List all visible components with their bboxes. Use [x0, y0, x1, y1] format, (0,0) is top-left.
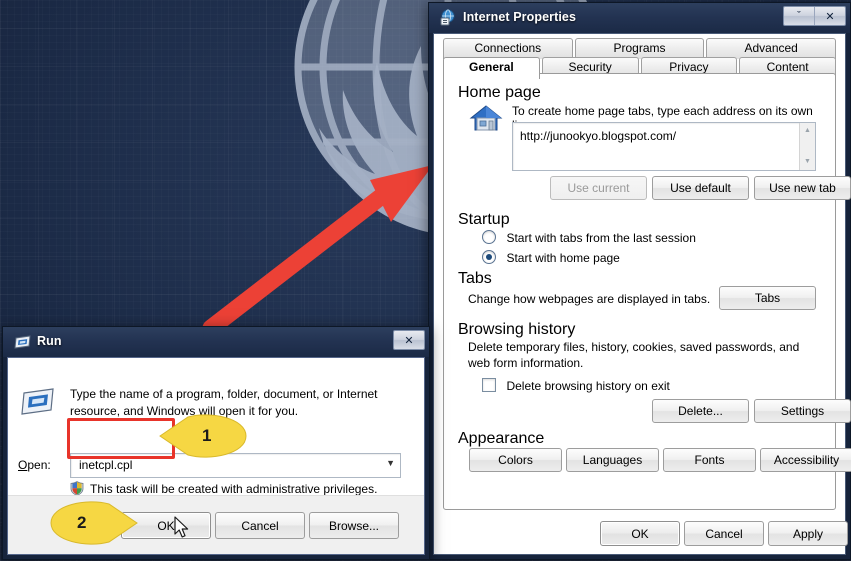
run-cancel-button[interactable]: Cancel: [215, 512, 305, 539]
home-page-scrollbar[interactable]: ▲ ▼: [799, 123, 815, 170]
run-large-icon: [21, 388, 54, 415]
delete-browsing-history-checkbox[interactable]: [482, 378, 496, 392]
run-window-title: Run: [37, 334, 62, 348]
home-page-group: Home page To create home page tabs, type…: [458, 84, 851, 202]
tab-strip[interactable]: Connections Programs Advanced General Se…: [443, 38, 837, 79]
colors-button[interactable]: Colors: [469, 448, 562, 472]
shield-icon: [70, 481, 84, 496]
delete-button[interactable]: Delete...: [652, 399, 749, 423]
run-footer: OK Cancel Browse...: [8, 495, 424, 554]
run-titlebar[interactable]: Run ✕: [3, 327, 429, 357]
appearance-group-label: Appearance: [458, 430, 545, 447]
tab-advanced[interactable]: Advanced: [706, 38, 837, 59]
run-icon: [14, 335, 31, 349]
languages-button[interactable]: Languages: [566, 448, 659, 472]
run-dialog-window[interactable]: Run ✕ Type the name of a program, folder…: [2, 326, 430, 560]
uac-notice: This task will be created with administr…: [90, 482, 378, 496]
scroll-down-arrow-icon[interactable]: ▼: [800, 155, 815, 169]
cancel-button[interactable]: Cancel: [684, 521, 764, 546]
startup-option-home-page[interactable]: Start with home page: [482, 249, 620, 267]
tabs-description: Change how webpages are displayed in tab…: [468, 292, 711, 306]
house-icon: [469, 105, 503, 131]
startup-option-home-page-label: Start with home page: [506, 251, 620, 265]
close-button[interactable]: ✕: [814, 7, 845, 25]
radio-home-page[interactable]: [482, 250, 496, 264]
apply-button[interactable]: Apply: [768, 521, 848, 546]
scroll-up-arrow-icon[interactable]: ▲: [800, 124, 815, 138]
run-open-value[interactable]: inetcpl.cpl: [79, 458, 132, 472]
startup-group-label: Startup: [458, 211, 510, 228]
tab-general[interactable]: General: [443, 57, 540, 79]
browsing-history-group: Browsing history Delete temporary files,…: [458, 321, 851, 423]
delete-on-exit-label: Delete browsing history on exit: [506, 379, 670, 393]
delete-on-exit-row[interactable]: Delete browsing history on exit: [482, 377, 670, 395]
internet-properties-client: Connections Programs Advanced General Se…: [433, 33, 851, 555]
tab-connections[interactable]: Connections: [443, 38, 573, 59]
general-tab-page: Home page To create home page tabs, type…: [443, 73, 851, 510]
close-icon[interactable]: ✕: [394, 331, 424, 349]
startup-option-last-session[interactable]: Start with tabs from the last session: [482, 229, 696, 247]
fonts-button[interactable]: Fonts: [663, 448, 756, 472]
help-button[interactable]: ˇ: [784, 7, 814, 25]
ok-button[interactable]: OK: [600, 521, 680, 546]
open-label: Open:: [18, 458, 51, 472]
accessibility-button[interactable]: Accessibility: [760, 448, 851, 472]
use-new-tab-button[interactable]: Use new tab: [754, 176, 851, 200]
internet-properties-window[interactable]: Internet Properties ˇ ✕ Connections Prog…: [428, 2, 851, 560]
startup-group: Startup Start with tabs from the last se…: [458, 211, 821, 265]
startup-option-last-session-label: Start with tabs from the last session: [506, 231, 696, 245]
tab-programs[interactable]: Programs: [574, 38, 705, 59]
run-ok-button[interactable]: OK: [121, 512, 211, 539]
tabs-group: Tabs Change how webpages are displayed i…: [458, 270, 821, 316]
run-dialog-client: Type the name of a program, folder, docu…: [7, 357, 425, 555]
browsing-history-description: Delete temporary files, history, cookies…: [468, 340, 800, 370]
use-current-button[interactable]: Use current: [550, 176, 647, 200]
tab-row-upper[interactable]: Connections Programs Advanced: [443, 38, 837, 59]
run-titlebar-buttons[interactable]: ✕: [393, 330, 425, 350]
settings-button[interactable]: Settings: [754, 399, 851, 423]
radio-last-session[interactable]: [482, 230, 496, 244]
use-default-button[interactable]: Use default: [652, 176, 749, 200]
home-page-value[interactable]: http://junookyo.blogspot.com/: [520, 129, 676, 143]
appearance-group: Appearance Colors Languages Fonts Access…: [458, 430, 851, 480]
home-page-group-label: Home page: [458, 84, 541, 101]
browsing-history-group-label: Browsing history: [458, 321, 576, 338]
run-open-input[interactable]: inetcpl.cpl ▼: [70, 453, 401, 478]
window-title: Internet Properties: [463, 10, 577, 24]
run-browse-button[interactable]: Browse...: [309, 512, 399, 539]
internet-properties-titlebar[interactable]: Internet Properties ˇ ✕: [429, 3, 850, 33]
internet-options-icon: [440, 9, 455, 26]
home-page-input[interactable]: http://junookyo.blogspot.com/ ▲ ▼: [512, 122, 816, 171]
tabs-button[interactable]: Tabs: [719, 286, 816, 310]
run-description: Type the name of a program, folder, docu…: [70, 387, 378, 418]
open-dropdown-arrow-icon[interactable]: ▼: [386, 458, 395, 468]
titlebar-buttons[interactable]: ˇ ✕: [783, 6, 846, 26]
